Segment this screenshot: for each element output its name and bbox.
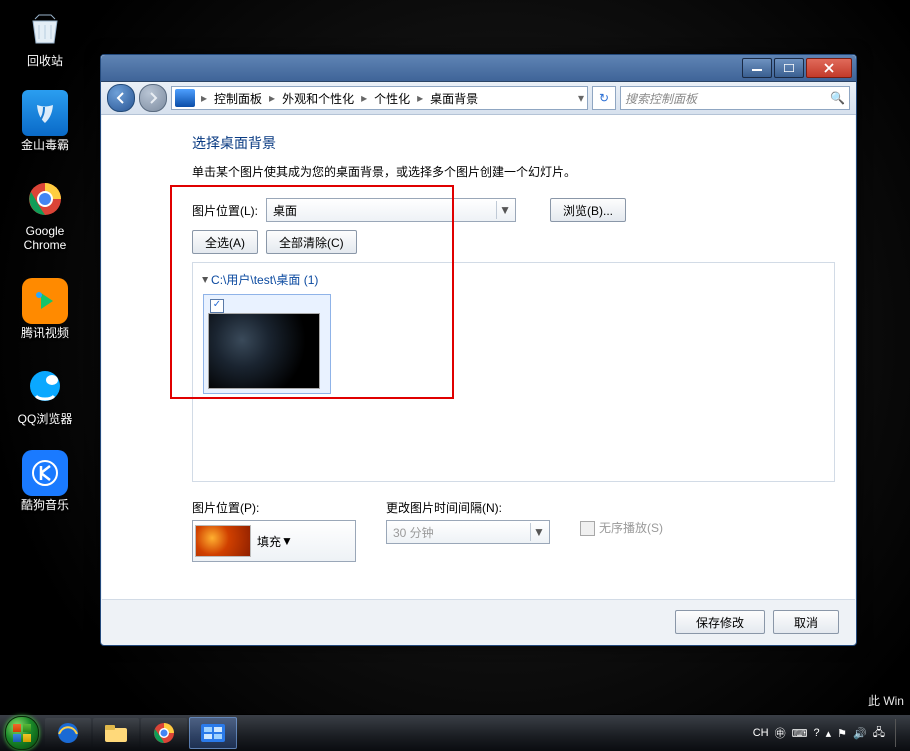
position-combo[interactable]: 填充 ▼: [192, 520, 356, 562]
desktop-icon-chrome[interactable]: Google Chrome: [10, 176, 80, 252]
refresh-button[interactable]: ↻: [592, 86, 616, 110]
icon-label: 腾讯视频: [10, 326, 80, 340]
cancel-button[interactable]: 取消: [773, 610, 839, 634]
breadcrumb-seg[interactable]: 外观和个性化: [278, 90, 358, 107]
page-subtitle: 单击某个图片使其成为您的桌面背景，或选择多个图片创建一个幻灯片。: [192, 163, 835, 180]
tray-network-icon[interactable]: 🖧: [873, 724, 885, 743]
icon-label: 酷狗音乐: [10, 498, 80, 512]
tray-chevron-icon[interactable]: ▴: [826, 727, 832, 740]
icon-label: 金山毒霸: [10, 138, 80, 152]
shuffle-checkbox: 无序播放(S): [580, 519, 663, 536]
thumb-checkbox[interactable]: ✓: [210, 299, 224, 313]
nav-forward-button[interactable]: [139, 84, 167, 112]
location-label: 图片位置(L):: [192, 202, 258, 219]
location-value: 桌面: [273, 202, 297, 219]
icon-label: Google Chrome: [10, 224, 80, 252]
location-combo[interactable]: 桌面 ▼: [266, 198, 516, 222]
minimize-button[interactable]: [742, 58, 772, 78]
maximize-button[interactable]: [774, 58, 804, 78]
desktop-icon-qqbrowser[interactable]: QQ浏览器: [10, 364, 80, 426]
save-button[interactable]: 保存修改: [675, 610, 765, 634]
desktop: 回收站 金山毒霸 Google Chrome 腾讯视频 QQ浏览器 酷狗音乐: [0, 0, 910, 751]
tray-flag-icon[interactable]: ⚑: [837, 727, 847, 740]
select-all-button[interactable]: 全选(A): [192, 230, 258, 254]
taskbar-explorer[interactable]: [93, 718, 139, 748]
window-body: 选择桌面背景 单击某个图片使其成为您的桌面背景，或选择多个图片创建一个幻灯片。 …: [102, 115, 855, 599]
nav-back-button[interactable]: [107, 84, 135, 112]
desktop-icon-tencent[interactable]: 腾讯视频: [10, 278, 80, 340]
icon-label: 回收站: [10, 54, 80, 68]
taskbar-chrome[interactable]: [141, 718, 187, 748]
search-placeholder: 搜索控制面板: [625, 90, 697, 107]
icon-label: QQ浏览器: [10, 412, 80, 426]
interval-combo: 30 分钟 ▼: [386, 520, 550, 544]
clear-all-button[interactable]: 全部清除(C): [266, 230, 357, 254]
tray-volume-icon[interactable]: 🔊: [853, 727, 867, 740]
taskbar-ie[interactable]: [45, 718, 91, 748]
gallery-path[interactable]: C:\用户\test\桌面 (1): [203, 271, 824, 288]
chevron-down-icon: ▼: [530, 523, 547, 541]
tray-help-icon[interactable]: ?: [814, 727, 820, 739]
desktop-icon-duba[interactable]: 金山毒霸: [10, 90, 80, 152]
navbar: ▸ 控制面板▸ 外观和个性化▸ 个性化▸ 桌面背景 ▾ ↻ 搜索控制面板 🔍: [101, 82, 856, 115]
taskbar-control-panel[interactable]: [189, 717, 237, 749]
control-panel-window: ▸ 控制面板▸ 外观和个性化▸ 个性化▸ 桌面背景 ▾ ↻ 搜索控制面板 🔍 选…: [100, 54, 857, 646]
search-icon[interactable]: 🔍: [830, 91, 845, 105]
watermark: 此 Win: [868, 692, 904, 709]
window-footer: 保存修改 取消: [102, 599, 855, 644]
page-title: 选择桌面背景: [192, 133, 835, 153]
taskbar: CH ㊥ ⌨ ? ▴ ⚑ 🔊 🖧: [0, 714, 910, 751]
position-value: 填充: [257, 533, 281, 550]
chevron-down-icon: ▼: [496, 201, 513, 219]
position-label: 图片位置(P):: [192, 499, 356, 516]
tray-keyboard-icon[interactable]: ⌨: [792, 727, 808, 740]
system-tray[interactable]: CH ㊥ ⌨ ? ▴ ⚑ 🔊 🖧: [753, 719, 910, 747]
position-preview: [195, 525, 251, 557]
interval-label: 更改图片时间间隔(N):: [386, 499, 550, 516]
browse-button[interactable]: 浏览(B)...: [550, 198, 626, 222]
image-gallery: C:\用户\test\桌面 (1) ✓: [192, 262, 835, 482]
breadcrumb-seg[interactable]: 桌面背景: [426, 90, 482, 107]
thumb-preview: [208, 313, 320, 389]
checkbox-icon: [580, 521, 595, 536]
interval-value: 30 分钟: [393, 524, 434, 541]
start-button[interactable]: [0, 715, 44, 751]
breadcrumb-icon: [175, 89, 195, 107]
show-desktop-button[interactable]: [895, 719, 904, 747]
close-button[interactable]: [806, 58, 852, 78]
tray-ime-icon[interactable]: ㊥: [775, 725, 786, 741]
breadcrumb-seg[interactable]: 个性化: [370, 90, 414, 107]
shuffle-label: 无序播放(S): [599, 521, 663, 535]
titlebar[interactable]: [101, 55, 856, 82]
start-orb-icon: [5, 716, 39, 750]
desktop-icon-recycle[interactable]: 回收站: [10, 6, 80, 68]
breadcrumb-seg[interactable]: 控制面板: [210, 90, 266, 107]
chevron-down-icon: ▼: [281, 534, 293, 548]
ime-indicator[interactable]: CH: [753, 727, 769, 739]
desktop-icon-kugou[interactable]: 酷狗音乐: [10, 450, 80, 512]
image-thumb[interactable]: ✓: [203, 294, 331, 394]
breadcrumb[interactable]: ▸ 控制面板▸ 外观和个性化▸ 个性化▸ 桌面背景 ▾: [171, 86, 588, 110]
search-input[interactable]: 搜索控制面板 🔍: [620, 86, 850, 110]
